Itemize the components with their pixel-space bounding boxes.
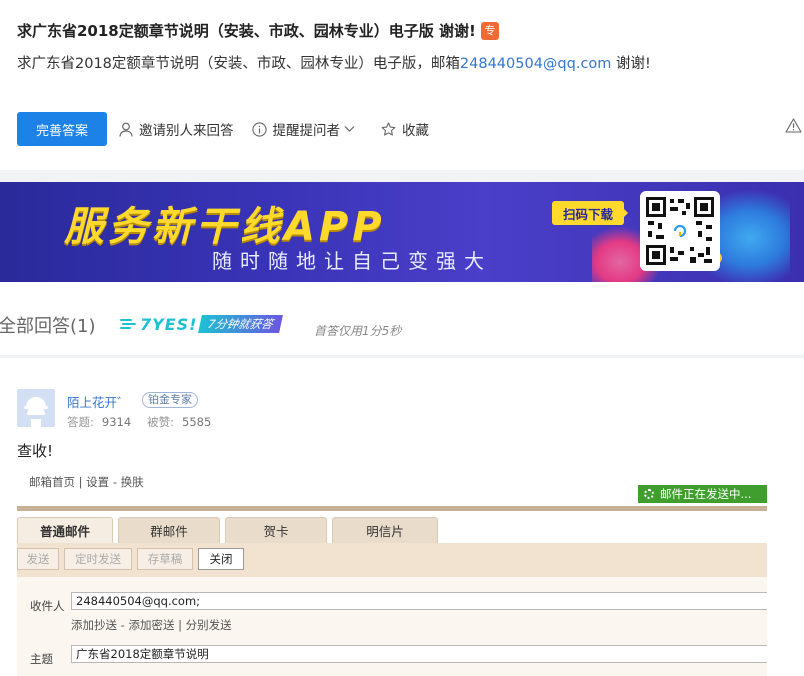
question-description: 求广东省2018定额章节说明（安装、市政、园林专业）电子版，邮箱24844050…	[17, 52, 651, 73]
user-icon	[119, 122, 133, 137]
star-icon	[381, 121, 396, 136]
mail-tab-card: 贺卡	[225, 517, 327, 543]
section-divider	[0, 355, 804, 358]
mail-top-links: 邮箱首页 | 设置 - 换肤	[29, 475, 144, 489]
answers-stat-label: 答题:	[67, 415, 94, 429]
banner-headline: 服务新干线APP	[64, 204, 386, 250]
banner-subline: 随时随地让自己变强大	[212, 249, 492, 273]
app-banner[interactable]: 服务新干线APP 随时随地让自己变强大 扫码下载	[0, 182, 804, 282]
invite-button[interactable]: 邀请别人来回答	[119, 119, 234, 139]
mail-tab-normal: 普通邮件	[17, 517, 113, 543]
answerer-username[interactable]: 陌上花开゛	[67, 392, 130, 411]
speed-lines-icon	[120, 319, 136, 329]
info-icon	[251, 121, 267, 137]
remind-button[interactable]: 提醒提问者	[251, 119, 362, 139]
answer-image-mail-screenshot[interactable]: 邮箱首页 | 设置 - 换肤 邮件正在发送中... 普通邮件 群邮件 贺卡 明信…	[17, 466, 767, 676]
mail-cc-links: 添加抄送 - 添加密送 | 分别发送	[71, 618, 232, 632]
favorite-button[interactable]: 收藏	[381, 119, 429, 139]
fast-answer-label: 7分钟就获答	[198, 315, 284, 333]
mail-sending-status: 邮件正在发送中...	[638, 485, 767, 503]
mail-send-button: 发送	[17, 548, 59, 570]
favorite-label: 收藏	[402, 123, 429, 139]
mail-close-button: 关闭	[198, 548, 244, 570]
answer-text: 查收!	[17, 442, 54, 460]
question-desc-text: 求广东省2018定额章节说明（安装、市政、园林专业）电子版，邮箱	[17, 56, 460, 72]
yes-label: 7YES!	[140, 314, 198, 334]
accepted-stat-value: 5585	[182, 415, 212, 429]
loading-spinner-icon	[644, 489, 654, 499]
question-title-text: 求广东省2018定额章节说明（安装、市政、园林专业）电子版 谢谢!	[17, 22, 476, 40]
mail-toolbar: 发送 定时发送 存草稿 关闭	[17, 543, 767, 577]
question-title: 求广东省2018定额章节说明（安装、市政、园林专业）电子版 谢谢! 专	[17, 20, 499, 41]
answers-count: 全部回答(1)	[0, 316, 96, 337]
expert-badge: 专	[480, 21, 499, 40]
section-divider	[0, 170, 804, 182]
qr-code-icon	[640, 191, 720, 271]
chevron-down-icon	[344, 126, 355, 132]
mail-tabs: 普通邮件 群邮件 贺卡 明信片	[17, 517, 443, 543]
mail-header-rule	[17, 506, 767, 511]
avatar[interactable]	[17, 389, 55, 427]
question-actions: 完善答案 邀请别人来回答 提醒提问者 收藏	[17, 112, 429, 146]
mail-sending-text: 邮件正在发送中...	[660, 487, 752, 501]
first-answer-time: 首答仅用1分5秒	[314, 324, 402, 338]
mail-subject-field: 广东省2018定额章节说明	[71, 645, 767, 663]
mail-tab-postcard: 明信片	[332, 517, 438, 543]
question-desc-tail: 谢谢!	[611, 56, 651, 72]
answers-stat-value: 9314	[101, 415, 132, 429]
fast-answer-badge: 7YES! 7分钟就获答	[120, 311, 284, 337]
scan-download-label: 扫码下载	[552, 201, 628, 225]
answerer-stats: 答题: 9314 被赞: 5585	[67, 414, 227, 430]
mail-to-label: 收件人	[30, 599, 65, 613]
complete-answer-button[interactable]: 完善答案	[17, 112, 107, 146]
accepted-stat-label: 被赞:	[147, 415, 175, 429]
mail-schedule-button: 定时发送	[64, 548, 132, 570]
question-email-link[interactable]: 248440504@qq.com	[460, 56, 612, 72]
invite-label: 邀请别人来回答	[139, 123, 234, 139]
mail-tab-group: 群邮件	[118, 517, 220, 543]
mail-draft-button: 存草稿	[137, 548, 193, 570]
report-warning-icon[interactable]	[785, 118, 802, 137]
mail-compose-form: 收件人 248440504@qq.com; 添加抄送 - 添加密送 | 分别发送…	[17, 577, 767, 676]
answers-header: 全部回答(1) 7YES! 7分钟就获答 首答仅用1分5秒	[0, 296, 804, 354]
mail-to-field: 248440504@qq.com;	[71, 592, 767, 610]
expert-level-badge: 铂金专家	[142, 392, 198, 408]
remind-label: 提醒提问者	[272, 123, 341, 139]
mail-subject-label: 主题	[30, 652, 53, 666]
